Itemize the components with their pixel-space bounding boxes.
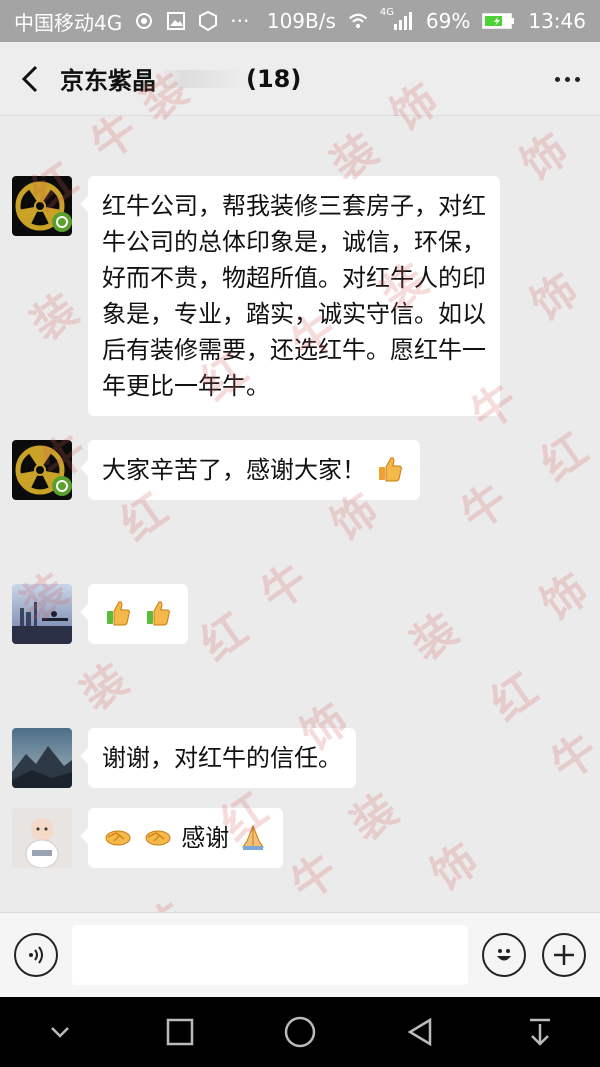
avatar[interactable]	[12, 728, 72, 788]
pull-down-icon	[530, 1018, 550, 1046]
clock: 13:46	[528, 9, 586, 33]
more-notifications-icon: ···	[230, 9, 250, 33]
mountain-photo-icon	[12, 728, 72, 788]
hotspot-icon	[134, 11, 154, 31]
smiley-icon	[497, 949, 511, 961]
back-nav-button[interactable]	[390, 1002, 450, 1062]
status-right: 109B/s 4G 69% 13:46	[266, 7, 586, 33]
chat-title: 京东紫晶 (18)	[60, 61, 301, 96]
chevron-left-icon	[21, 65, 38, 92]
carrier-label: 中国移动4G	[14, 10, 123, 35]
dot-icon	[565, 76, 570, 82]
back-button[interactable]	[0, 42, 60, 116]
message-item: 大家辛苦了，感谢大家！	[12, 440, 420, 500]
message-input[interactable]	[72, 925, 468, 985]
voice-icon	[29, 946, 43, 964]
baby-photo-icon	[12, 808, 72, 868]
notification-drawer-button[interactable]	[510, 1002, 570, 1062]
system-nav-bar	[0, 997, 600, 1067]
more-options-button[interactable]	[555, 42, 580, 116]
circle-icon	[284, 1016, 316, 1048]
dot-icon	[555, 76, 560, 82]
message-text: 红牛公司，帮我装修三套房子，对红牛公司的总体印象是，诚信，环保，好而不贵，物超所…	[102, 192, 486, 400]
network-speed: 109B/s	[266, 9, 336, 33]
battery-icon	[482, 11, 516, 31]
message-item: 感谢	[12, 808, 283, 868]
status-bar: 中国移动4G ··· 109B/s 4G 69% 13:46	[0, 0, 600, 42]
member-count: (18)	[246, 64, 302, 93]
collapse-nav-button[interactable]	[30, 1002, 90, 1062]
message-item: 红牛公司，帮我装修三套房子，对红牛公司的总体印象是，诚信，环保，好而不贵，物超所…	[12, 176, 500, 416]
message-text: 感谢	[181, 824, 230, 852]
wifi-icon	[348, 11, 368, 31]
message-bubble[interactable]: 大家辛苦了，感谢大家！	[80, 440, 420, 500]
message-bubble[interactable]: 红牛公司，帮我装修三套房子，对红牛公司的总体印象是，诚信，环保，好而不贵，物超所…	[80, 176, 500, 416]
thumbs-up-icon	[378, 457, 402, 482]
square-icon	[166, 1018, 194, 1046]
logo-icon	[12, 176, 72, 236]
message-text: 谢谢，对红牛的信任。	[102, 744, 342, 772]
shield-icon	[198, 11, 218, 31]
pray-icon	[242, 824, 264, 850]
group-name: 京东紫晶	[60, 67, 156, 95]
chat-header: 京东紫晶 (18)	[0, 42, 600, 116]
message-item: 谢谢，对红牛的信任。	[12, 728, 356, 788]
message-bubble[interactable]: 感谢	[80, 808, 283, 868]
chevron-down-icon	[51, 1027, 69, 1038]
input-bar	[0, 912, 600, 997]
logo-icon	[12, 440, 72, 500]
avatar[interactable]	[12, 440, 72, 500]
message-text: 大家辛苦了，感谢大家！	[102, 456, 366, 484]
avatar[interactable]	[12, 584, 72, 644]
plus-icon	[554, 945, 574, 965]
status-left: 中国移动4G ···	[14, 7, 249, 36]
message-bubble[interactable]: 谢谢，对红牛的信任。	[80, 728, 356, 788]
voice-button[interactable]	[14, 933, 58, 977]
triangle-back-icon	[407, 1017, 432, 1047]
dot-icon	[575, 76, 580, 82]
battery-percent: 69%	[425, 9, 471, 33]
city-photo-icon	[12, 584, 72, 644]
message-bubble[interactable]	[80, 584, 188, 644]
gallery-icon	[166, 11, 186, 31]
avatar[interactable]	[12, 808, 72, 868]
message-item	[12, 584, 188, 644]
thumbs-up-icon	[107, 601, 130, 626]
recent-apps-button[interactable]	[150, 1002, 210, 1062]
avatar[interactable]	[12, 176, 72, 236]
cell-signal-icon: 4G	[380, 7, 414, 31]
thumbs-up-icon	[146, 601, 170, 626]
redacted-text	[158, 69, 244, 88]
handshake-icon	[105, 830, 131, 846]
emoji-button[interactable]	[482, 933, 526, 977]
message-list[interactable]: 红牛公司，帮我装修三套房子，对红牛公司的总体印象是，诚信，环保，好而不贵，物超所…	[0, 116, 600, 912]
signal-type-label: 4G	[379, 7, 395, 18]
plus-button[interactable]	[542, 933, 586, 977]
home-button[interactable]	[270, 1002, 330, 1062]
handshake-icon	[145, 830, 171, 846]
